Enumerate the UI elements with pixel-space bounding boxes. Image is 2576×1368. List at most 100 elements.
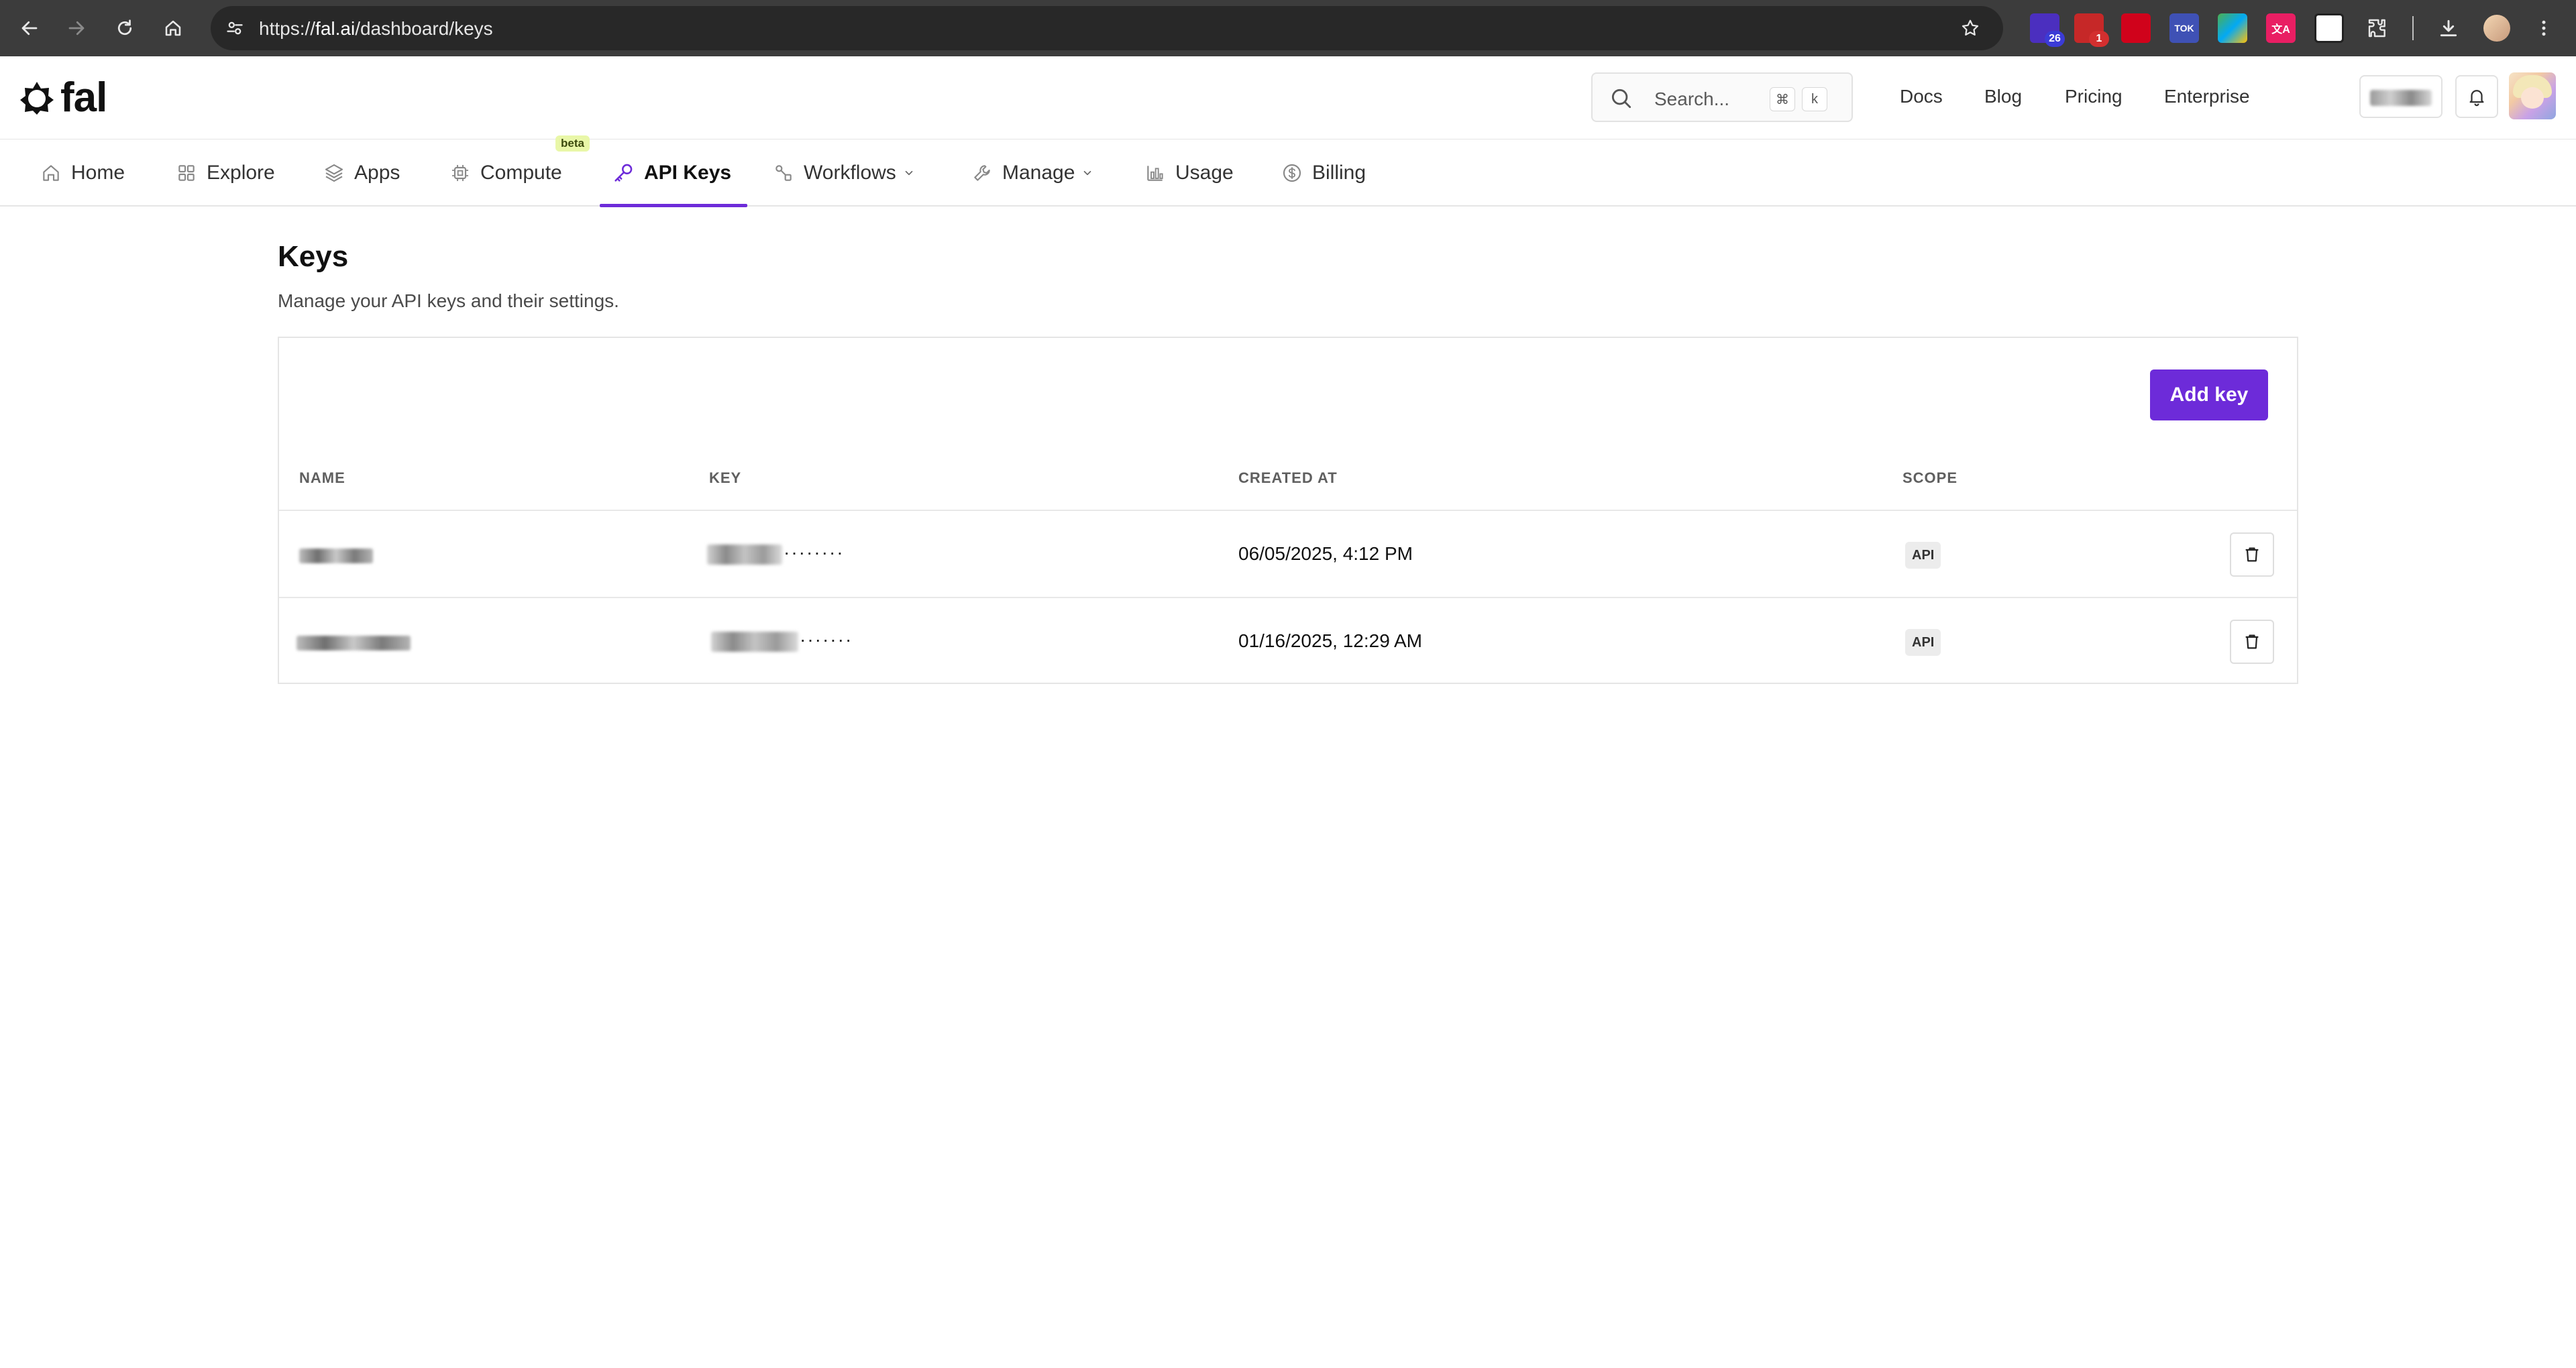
table-row: ········ 06/05/2025, 4:12 PM API xyxy=(279,510,2297,597)
wrench-icon xyxy=(974,165,990,181)
extension-icon-1[interactable]: 26 xyxy=(2030,13,2065,47)
tab-billing[interactable]: Billing xyxy=(1281,139,1366,207)
table-row: ······· 01/16/2025, 12:29 AM API xyxy=(279,597,2297,684)
delete-key-button[interactable] xyxy=(2230,532,2274,577)
chevron-down-icon xyxy=(905,170,913,176)
extension-icon-7[interactable] xyxy=(2314,13,2344,43)
reload-button[interactable] xyxy=(109,12,141,44)
address-bar[interactable]: https://fal.ai/dashboard/keys xyxy=(211,6,2003,50)
notifications-button[interactable] xyxy=(2455,75,2498,118)
team-switcher[interactable] xyxy=(2359,75,2443,118)
search-input[interactable]: Search... ⌘ k xyxy=(1591,72,1853,122)
fal-logo-icon xyxy=(20,82,54,115)
page-title: Keys xyxy=(278,240,349,273)
extension-icon-4[interactable]: TOK xyxy=(2169,13,2199,43)
extension-icon-5[interactable] xyxy=(2218,13,2247,43)
bookmark-star-icon xyxy=(1962,19,1979,36)
back-button[interactable] xyxy=(13,12,46,44)
layers-icon xyxy=(325,164,343,182)
arrow-left-icon xyxy=(21,21,38,36)
site-header: fal Search... ⌘ k Docs Blog Pricing Ente… xyxy=(0,56,2576,139)
site-settings-icon xyxy=(227,21,243,35)
logo-text: fal xyxy=(60,74,107,121)
redacted-key-name xyxy=(297,636,411,650)
bell-icon xyxy=(2469,90,2484,107)
kebab-menu-icon xyxy=(2542,20,2546,36)
tab-api-keys[interactable]: API Keys xyxy=(612,139,731,207)
redacted-key-name xyxy=(299,549,373,563)
home-icon xyxy=(165,20,181,36)
tab-label: Apps xyxy=(354,162,400,184)
chevron-down-icon xyxy=(1084,170,1091,176)
redacted-key-prefix xyxy=(707,545,782,565)
tab-label: Usage xyxy=(1175,162,1234,184)
redacted-key-prefix xyxy=(711,632,798,652)
tab-label: Workflows xyxy=(804,162,896,184)
tab-home[interactable]: Home xyxy=(40,139,125,207)
user-avatar[interactable] xyxy=(2509,72,2556,119)
bar-chart-icon xyxy=(1147,166,1163,181)
key-mask: ········ xyxy=(784,542,845,563)
active-tab-indicator xyxy=(600,204,747,207)
scope-badge: API xyxy=(1905,542,1941,569)
redacted-username xyxy=(2370,90,2432,106)
dashboard-nav: Home Explore Apps Compute API Keys Workf… xyxy=(0,139,2576,207)
avatar-face xyxy=(2521,87,2544,109)
grid-icon xyxy=(178,165,195,181)
extension-icon-3[interactable] xyxy=(2121,13,2151,43)
column-header-name: NAME xyxy=(299,469,345,486)
url-path: /dashboard/keys xyxy=(355,18,493,39)
created-at: 01/16/2025, 12:29 AM xyxy=(1238,630,1422,651)
fal-logo[interactable]: fal xyxy=(19,74,107,121)
url-host: fal.ai xyxy=(315,18,356,39)
downloads-button[interactable] xyxy=(2432,12,2465,44)
tab-usage[interactable]: Usage xyxy=(1144,139,1234,207)
tab-explore[interactable]: Explore xyxy=(176,139,275,207)
forward-button[interactable] xyxy=(60,12,93,44)
extension-icon-2[interactable]: 1 xyxy=(2074,13,2109,47)
home-icon xyxy=(43,165,59,181)
tab-label: Home xyxy=(71,162,125,184)
url-prefix: https:// xyxy=(259,18,316,39)
extension-badge: 1 xyxy=(2089,31,2109,47)
column-header-scope: SCOPE xyxy=(1902,469,1958,486)
tab-label: Billing xyxy=(1312,162,1366,184)
url-text: https://fal.ai/dashboard/keys xyxy=(259,18,493,40)
delete-key-button[interactable] xyxy=(2230,620,2274,664)
arrow-right-icon xyxy=(68,21,85,36)
profile-avatar-icon xyxy=(2483,15,2510,42)
extension-icon-6[interactable]: 文A xyxy=(2266,13,2296,43)
extensions-button[interactable] xyxy=(2361,12,2394,44)
tab-workflows[interactable]: Workflows xyxy=(773,139,915,207)
enterprise-link[interactable]: Enterprise xyxy=(2164,86,2250,107)
docs-link[interactable]: Docs xyxy=(1900,86,1943,107)
tab-manage[interactable]: Manage xyxy=(971,139,1093,207)
toolbar-divider xyxy=(2412,16,2414,40)
trash-icon xyxy=(2245,547,2259,562)
shortcut-cmd-key: ⌘ xyxy=(1770,87,1795,111)
browser-toolbar: https://fal.ai/dashboard/keys 26 1 TOK 文… xyxy=(0,0,2576,56)
page-subtitle: Manage your API keys and their settings. xyxy=(278,290,619,311)
scope-badge: API xyxy=(1905,629,1941,656)
tab-compute[interactable]: Compute xyxy=(449,139,562,207)
home-button[interactable] xyxy=(157,12,189,44)
column-header-key: KEY xyxy=(709,469,742,486)
tab-label: API Keys xyxy=(644,162,732,184)
browser-menu-button[interactable] xyxy=(2528,12,2560,44)
search-placeholder: Search... xyxy=(1654,89,1730,109)
tab-label: Manage xyxy=(1002,162,1075,184)
beta-badge: beta xyxy=(555,135,590,152)
cpu-icon xyxy=(452,165,468,181)
profile-button[interactable] xyxy=(2481,12,2513,44)
tab-apps[interactable]: Apps xyxy=(323,139,400,207)
pricing-link[interactable]: Pricing xyxy=(2065,86,2123,107)
blog-link[interactable]: Blog xyxy=(1984,86,2022,107)
key-mask: ······· xyxy=(800,629,853,650)
created-at: 06/05/2025, 4:12 PM xyxy=(1238,543,1413,564)
extension-badge: 26 xyxy=(2045,31,2065,47)
trash-icon xyxy=(2245,634,2259,649)
add-key-button[interactable]: Add key xyxy=(2150,369,2268,420)
column-header-created-at: CREATED AT xyxy=(1238,469,1338,486)
shortcut-k-key: k xyxy=(1802,87,1827,111)
reload-icon xyxy=(117,19,132,36)
